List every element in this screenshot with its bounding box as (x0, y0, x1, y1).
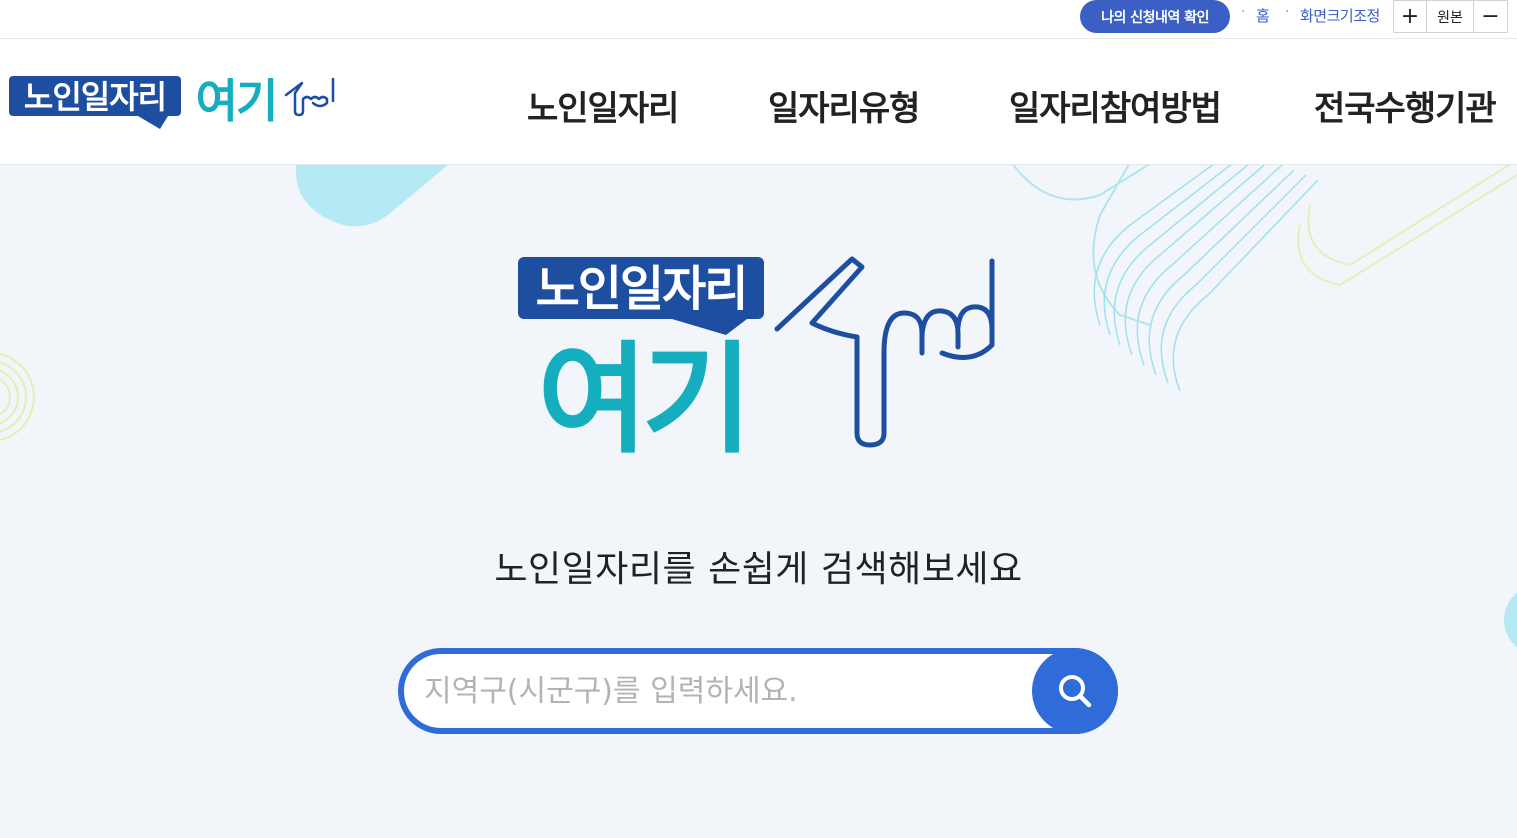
hero-logo-text-2: 여기 (538, 333, 747, 453)
hero-logo: 노인일자리 여기 (512, 253, 1002, 467)
site-header: 노인일자리 여기 노인일자리 일자리유형 일자리참여방법 전국수행기관 (0, 39, 1517, 165)
zoom-out-button[interactable]: − (1474, 1, 1507, 32)
search-icon (1059, 675, 1092, 708)
nav-senior-jobs[interactable]: 노인일자리 (527, 81, 679, 130)
search-box (398, 648, 1118, 734)
search-button[interactable] (1032, 648, 1118, 734)
home-link[interactable]: 홈 (1256, 5, 1270, 26)
zoom-in-button[interactable]: + (1394, 1, 1427, 32)
separator-dot: · (1241, 4, 1246, 20)
utility-bar: 나의 신청내역 확인 · 홈 · 화면크기조정 + 원본 − (0, 0, 1517, 39)
nav-agencies[interactable]: 전국수행기관 (1314, 81, 1497, 130)
zoom-original-button[interactable]: 원본 (1427, 1, 1474, 32)
my-application-button[interactable]: 나의 신청내역 확인 (1080, 0, 1230, 33)
separator-dot: · (1285, 4, 1290, 20)
site-logo[interactable]: 노인일자리 여기 (8, 73, 343, 137)
nav-job-types[interactable]: 일자리유형 (768, 81, 920, 130)
region-search-input[interactable] (424, 654, 1034, 728)
zoom-label: 화면크기조정 (1300, 7, 1380, 25)
pointing-hand-icon (284, 77, 335, 117)
hero-tagline: 노인일자리를 손쉽게 검색해보세요 (494, 549, 1023, 590)
zoom-controls: + 원본 − (1393, 0, 1508, 33)
hero-section: 노인일자리 여기 노인일자리를 손쉽게 검색해보세요 (0, 165, 1517, 838)
header-logo-text-1: 노인일자리 (24, 79, 166, 115)
pointing-hand-icon (774, 256, 995, 448)
nav-how-to-participate[interactable]: 일자리참여방법 (1009, 81, 1222, 130)
hero-logo-text-1: 노인일자리 (536, 263, 747, 316)
header-logo-text-2: 여기 (196, 75, 277, 127)
